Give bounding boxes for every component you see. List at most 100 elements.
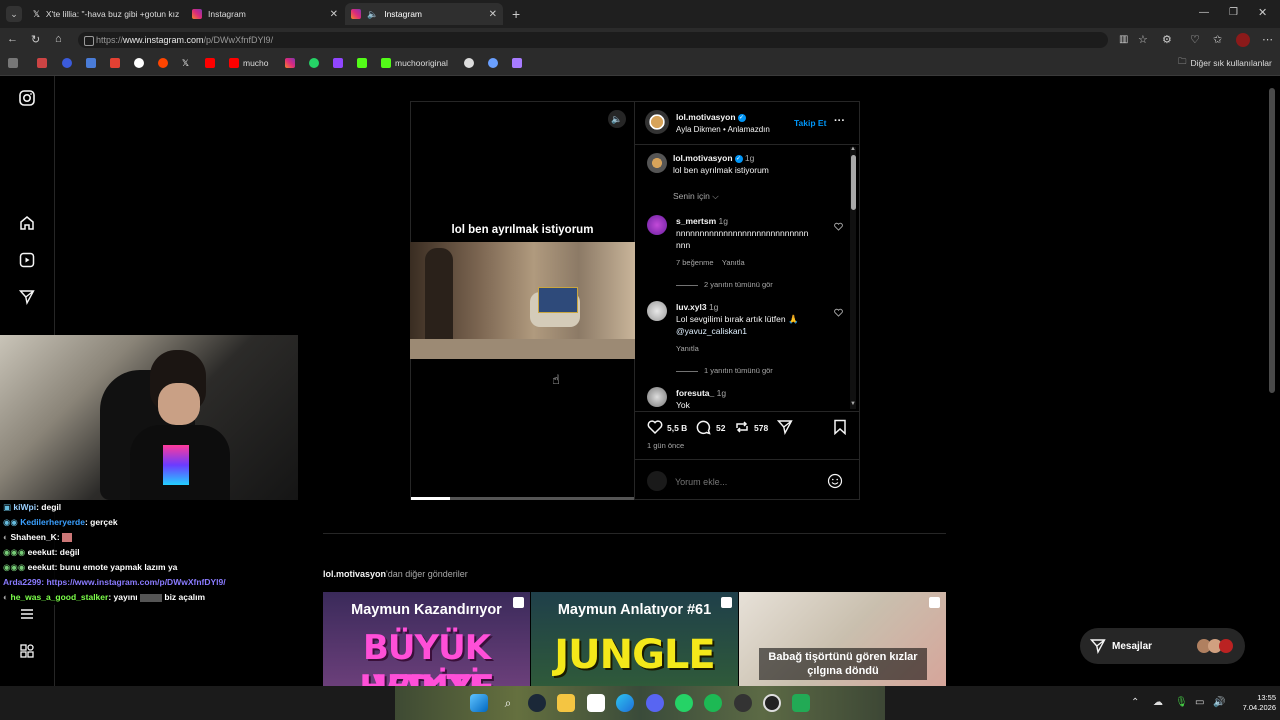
tab-instagram-active[interactable]: 🔈 Instagram ✕	[345, 3, 503, 25]
comment-user[interactable]: foresuta_	[676, 388, 714, 398]
reply-button[interactable]: Yanıtla	[676, 344, 699, 353]
emoji-icon[interactable]	[827, 473, 843, 494]
comment-user[interactable]: luv.xyl3	[676, 302, 707, 312]
spotify-icon[interactable]	[704, 694, 722, 712]
edge-icon[interactable]	[616, 694, 634, 712]
bookmark-gmail[interactable]	[110, 56, 120, 70]
tab-x[interactable]: 𝕏 X'te lillia: "-hava buz gibi +gotun kı…	[27, 3, 185, 25]
commenter-avatar[interactable]	[647, 215, 667, 235]
split-screen-icon[interactable]: ▥	[1119, 34, 1128, 45]
bookmark-openai[interactable]	[464, 56, 474, 70]
bookmark-youtube[interactable]	[205, 56, 215, 70]
tab-list-icon[interactable]: ⌄	[6, 6, 22, 22]
home-icon[interactable]	[17, 215, 37, 235]
caption-avatar[interactable]	[647, 153, 667, 173]
app-icon[interactable]	[792, 694, 810, 712]
bookmark-2[interactable]	[62, 56, 72, 70]
browser-essentials-icon[interactable]: ♡	[1190, 33, 1200, 46]
favorites-icon[interactable]: ✩	[1213, 33, 1222, 46]
reload-icon[interactable]: ↻	[31, 33, 40, 46]
bookmark-mucho[interactable]: mucho	[229, 56, 269, 70]
profile-avatar[interactable]	[1236, 33, 1250, 47]
back-icon[interactable]: ←	[7, 33, 18, 45]
bookmark-reddit[interactable]	[158, 56, 168, 70]
more-menu-icon[interactable]: ⋯	[1262, 33, 1273, 46]
discord-icon[interactable]	[646, 694, 664, 712]
app-icon[interactable]	[763, 694, 781, 712]
volume-icon[interactable]: 🔊	[1213, 697, 1225, 708]
close-icon[interactable]: ✕	[330, 9, 338, 20]
bookmark-muchooriginal[interactable]: muchooriginal	[381, 56, 448, 70]
page-scrollbar[interactable]	[1269, 88, 1275, 393]
comment-count[interactable]: 52	[716, 423, 725, 433]
close-icon[interactable]: ✕	[489, 9, 497, 20]
bookmark-pen[interactable]	[512, 56, 522, 70]
author-link[interactable]: lol.motivasyon	[676, 112, 736, 122]
view-replies-button[interactable]: 1 yanıtın tümünü gör	[676, 366, 773, 375]
search-icon[interactable]: ⌕	[499, 694, 517, 712]
speaker-icon[interactable]: 🔈	[367, 9, 378, 20]
comment-likes[interactable]: 7 beğenme	[676, 258, 714, 267]
commenter-avatar[interactable]	[647, 301, 667, 321]
obs-icon[interactable]	[734, 694, 752, 712]
new-tab-icon[interactable]: +	[512, 6, 520, 22]
repost-count[interactable]: 578	[754, 423, 768, 433]
bookmark-3[interactable]	[86, 56, 96, 70]
tab-instagram-1[interactable]: Instagram ✕	[186, 3, 344, 25]
bookmark-1[interactable]	[37, 56, 47, 70]
chevron-up-icon[interactable]: ⌃	[1131, 697, 1139, 708]
comment-like-icon[interactable]	[834, 218, 844, 231]
save-bookmark-icon[interactable]	[833, 419, 847, 440]
bookmark-google[interactable]	[134, 56, 144, 70]
instagram-logo-icon[interactable]	[17, 90, 37, 110]
more-post-thumbnail[interactable]: Maymun Kazandırıyor BÜYÜK HEDİYE VAKTİ	[323, 592, 530, 686]
minimize-icon[interactable]: —	[1199, 7, 1209, 18]
mute-toggle-icon[interactable]: 🔈	[608, 110, 626, 128]
audio-info[interactable]: Ayla Dikmen • Anlamazdın	[676, 125, 770, 134]
view-replies-button[interactable]: 2 yanıtın tümünü gör	[676, 280, 773, 289]
like-icon[interactable]	[647, 419, 663, 440]
site-info-icon[interactable]	[84, 36, 94, 46]
commenter-avatar[interactable]	[647, 387, 667, 407]
file-explorer-icon[interactable]	[557, 694, 575, 712]
comments-scroll-thumb[interactable]	[851, 155, 856, 210]
post-options-icon[interactable]: ···	[834, 115, 845, 127]
comment-icon[interactable]	[695, 419, 711, 440]
comment-input[interactable]	[673, 473, 817, 491]
more-apps-icon[interactable]	[17, 643, 37, 663]
reels-icon[interactable]	[17, 252, 37, 272]
scroll-up-icon[interactable]: ▲	[850, 146, 856, 152]
caption-author[interactable]: lol.motivasyon	[673, 153, 733, 163]
share-icon[interactable]	[776, 419, 793, 440]
author-avatar[interactable]	[645, 110, 669, 134]
comment-mention[interactable]: @yavuz_caliskan1	[676, 326, 747, 336]
home-icon[interactable]: ⌂	[55, 33, 62, 45]
author-name[interactable]: lol.motivasyon ✓	[676, 112, 746, 122]
clock[interactable]: 13:55 7.04.2026	[1232, 693, 1276, 713]
scroll-down-icon[interactable]: ▼	[850, 401, 856, 407]
messages-button[interactable]: Mesajlar	[1080, 628, 1245, 664]
bookmark-instagram[interactable]	[285, 56, 295, 70]
direct-send-icon[interactable]	[17, 289, 37, 309]
favorite-star-icon[interactable]: ☆	[1138, 33, 1148, 46]
bookmark-tab-actions[interactable]	[8, 56, 18, 70]
repost-icon[interactable]	[734, 419, 750, 440]
windows-start-icon[interactable]	[470, 694, 488, 712]
menu-icon[interactable]	[17, 606, 37, 626]
bookmark-kick[interactable]	[357, 56, 367, 70]
extensions-icon[interactable]: ⚙	[1162, 33, 1172, 46]
monitor-icon[interactable]: ▭	[1195, 697, 1204, 708]
steam-icon[interactable]	[528, 694, 546, 712]
reply-button[interactable]: Yanıtla	[722, 258, 745, 267]
bookmark-x[interactable]: 𝕏	[182, 56, 189, 70]
bookmark-twitch[interactable]	[333, 56, 343, 70]
more-posts-author[interactable]: lol.motivasyon	[323, 569, 386, 579]
notepad-icon[interactable]	[587, 694, 605, 712]
address-bar[interactable]: https://www.instagram.com/p/DWwXfnfDYl9/	[78, 32, 1108, 48]
like-count[interactable]: 5,5 B	[667, 423, 687, 433]
bookmark-whatsapp[interactable]	[309, 56, 319, 70]
restore-icon[interactable]: ❐	[1229, 7, 1238, 18]
bookmark-sync[interactable]	[488, 56, 498, 70]
comment-user[interactable]: s_mertsm	[676, 216, 716, 226]
other-favorites[interactable]: 🗀 Diğer sık kullanılanlar	[1178, 56, 1272, 70]
